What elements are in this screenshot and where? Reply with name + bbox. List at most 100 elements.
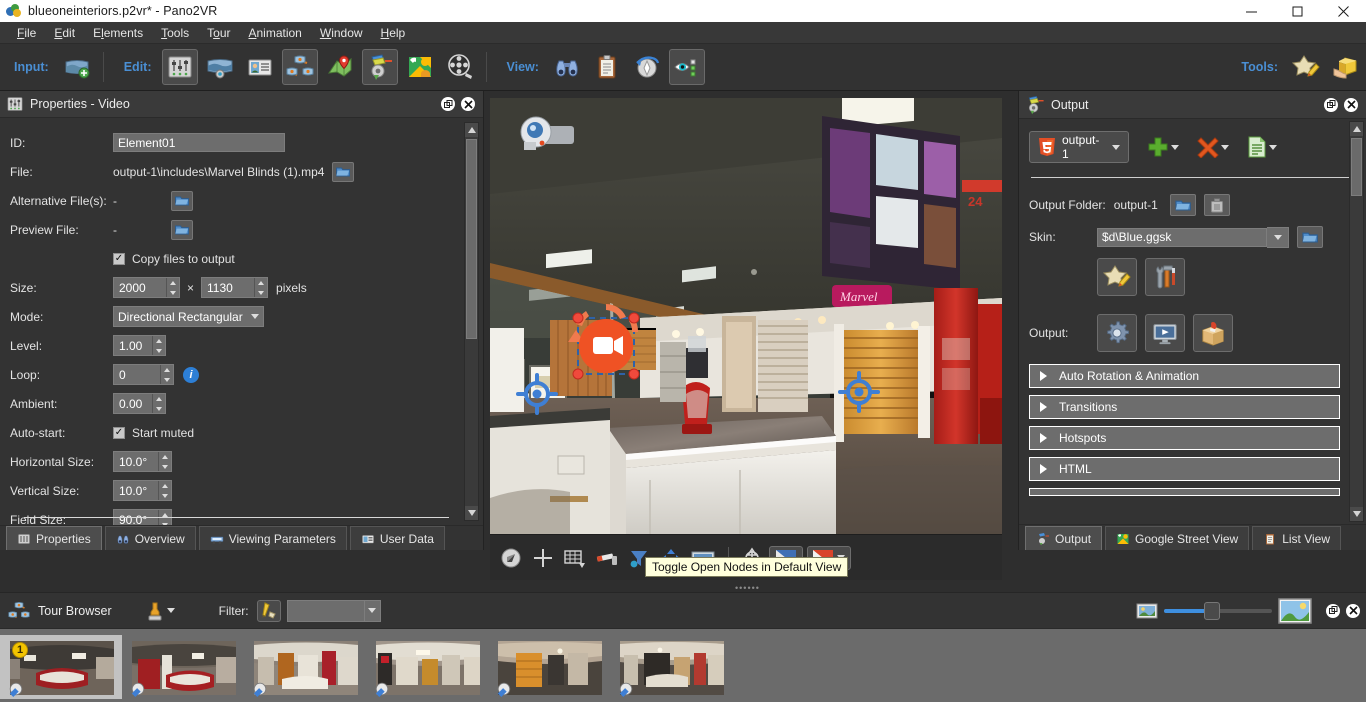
- output-scroll-down-button[interactable]: [1350, 507, 1363, 521]
- edit-user-data-button[interactable]: [242, 49, 278, 85]
- thumbnail-size-slider[interactable]: [1136, 597, 1366, 624]
- properties-undock-button[interactable]: [441, 97, 455, 112]
- node-thumbnail-6[interactable]: [610, 635, 732, 699]
- tab-output[interactable]: Output: [1025, 526, 1103, 550]
- vsize-arrows[interactable]: [158, 481, 171, 501]
- edit-animation-button[interactable]: [442, 49, 478, 85]
- view-viewing-params-button[interactable]: [629, 49, 665, 85]
- output-selector[interactable]: output-1: [1029, 131, 1129, 163]
- ambient-stepper[interactable]: 0.00: [113, 393, 166, 415]
- minimize-button[interactable]: [1228, 0, 1274, 22]
- alt-files-browse-button[interactable]: [171, 190, 193, 211]
- ambient-arrows[interactable]: [152, 394, 165, 414]
- slider-knob[interactable]: [1204, 601, 1220, 620]
- level-arrows[interactable]: [152, 336, 165, 356]
- video-element-handle[interactable]: [552, 296, 662, 403]
- point-hotspot-icon[interactable]: [516, 373, 558, 418]
- scrollbar-thumb[interactable]: [466, 139, 477, 340]
- edit-properties-button[interactable]: [161, 49, 198, 85]
- edit-panorama-button[interactable]: [202, 49, 238, 85]
- menu-window[interactable]: Window: [311, 23, 372, 43]
- id-input[interactable]: [113, 133, 285, 153]
- output-preview-button[interactable]: [1145, 314, 1185, 352]
- grid-button[interactable]: [560, 544, 590, 572]
- point-hotspot-icon[interactable]: [838, 371, 880, 416]
- tab-list-view[interactable]: List View: [1252, 526, 1342, 550]
- hsize-stepper[interactable]: 10.0°: [113, 451, 172, 473]
- hsize-arrows[interactable]: [158, 452, 171, 472]
- add-input-image-button[interactable]: [59, 49, 95, 85]
- menu-tools[interactable]: Tools: [152, 23, 198, 43]
- tour-browser-undock-button[interactable]: [1326, 603, 1340, 618]
- properties-close-button[interactable]: [461, 97, 475, 112]
- menu-elements[interactable]: Elements: [84, 23, 152, 43]
- scroll-up-button[interactable]: [465, 123, 478, 138]
- copy-files-checkbox[interactable]: ✓: [113, 252, 125, 265]
- size-width-stepper[interactable]: 2000: [113, 277, 180, 299]
- menu-file[interactable]: File: [8, 23, 45, 43]
- skin-editor-button[interactable]: [1097, 258, 1137, 296]
- section-transitions[interactable]: Transitions: [1029, 395, 1340, 419]
- edit-map-button[interactable]: [322, 49, 358, 85]
- section-hotspots[interactable]: Hotspots: [1029, 426, 1340, 450]
- node-thumbnail-4[interactable]: [366, 635, 488, 699]
- properties-scrollbar[interactable]: [464, 122, 479, 521]
- size-width-arrows[interactable]: [166, 278, 179, 298]
- duplicate-output-button[interactable]: [1247, 136, 1277, 158]
- tab-properties[interactable]: Properties: [6, 526, 102, 550]
- loop-info-icon[interactable]: i: [183, 366, 199, 383]
- menu-help[interactable]: Help: [372, 23, 415, 43]
- tab-google-street-view[interactable]: Google Street View: [1105, 526, 1250, 550]
- edit-street-view-button[interactable]: [402, 49, 438, 85]
- skin-browse-button[interactable]: [1297, 226, 1323, 248]
- node-thumbnail-3[interactable]: [244, 635, 366, 699]
- tour-browser-thumbnails[interactable]: 1: [0, 628, 1366, 702]
- output-undock-button[interactable]: [1324, 97, 1338, 112]
- menu-edit[interactable]: Edit: [45, 23, 84, 43]
- stamp-button[interactable]: [146, 601, 175, 621]
- section-next-partial[interactable]: [1029, 488, 1340, 496]
- mode-select[interactable]: Directional Rectangular: [113, 306, 264, 328]
- filter-combo[interactable]: [286, 599, 381, 622]
- skin-config-button[interactable]: [1145, 258, 1185, 296]
- start-muted-checkbox[interactable]: ✓: [113, 426, 125, 439]
- output-scroll-up-button[interactable]: [1350, 122, 1363, 136]
- skin-editor-button[interactable]: [1288, 49, 1324, 85]
- level-stepper[interactable]: 1.00: [113, 335, 166, 357]
- package-tool-button[interactable]: [1328, 49, 1364, 85]
- node-thumbnail-5[interactable]: [488, 635, 610, 699]
- file-browse-button[interactable]: [332, 161, 355, 182]
- size-height-stepper[interactable]: 1130: [201, 277, 269, 299]
- node-thumbnail-1[interactable]: 1: [0, 635, 122, 699]
- maximize-button[interactable]: [1274, 0, 1320, 22]
- crosshair-center-button[interactable]: [528, 544, 558, 572]
- remove-output-button[interactable]: [1197, 136, 1229, 158]
- add-output-button[interactable]: [1147, 136, 1179, 158]
- skin-value[interactable]: $d\Blue.ggsk: [1097, 227, 1267, 247]
- preview-file-browse-button[interactable]: [171, 219, 193, 240]
- loop-arrows[interactable]: [160, 365, 173, 385]
- level-bar-button[interactable]: [592, 544, 622, 572]
- skin-dropdown-button[interactable]: [1267, 226, 1289, 248]
- output-publish-button[interactable]: [1193, 314, 1233, 352]
- slider-track[interactable]: [1164, 601, 1272, 620]
- tour-browser-close-button[interactable]: [1346, 603, 1360, 618]
- output-scrollbar-thumb[interactable]: [1351, 138, 1362, 196]
- size-height-arrows[interactable]: [254, 278, 268, 298]
- edit-output-button[interactable]: [361, 49, 398, 85]
- node-thumbnail-2[interactable]: [122, 635, 244, 699]
- view-clipboard-button[interactable]: [589, 49, 625, 85]
- output-folder-browse-button[interactable]: [1169, 194, 1196, 216]
- compass-north-button[interactable]: [496, 544, 526, 572]
- filter-dropdown-button[interactable]: [364, 599, 381, 622]
- scroll-down-button[interactable]: [465, 505, 478, 520]
- vsize-stepper[interactable]: 10.0°: [113, 480, 172, 502]
- edit-tour-button[interactable]: [281, 49, 318, 85]
- tab-viewing-parameters[interactable]: Viewing Parameters: [198, 526, 347, 550]
- tab-overview[interactable]: Overview: [104, 526, 196, 550]
- menu-animation[interactable]: Animation: [239, 23, 310, 43]
- close-button[interactable]: [1320, 0, 1366, 22]
- section-auto-rotation[interactable]: Auto Rotation & Animation: [1029, 364, 1340, 388]
- output-scrollbar[interactable]: [1349, 121, 1364, 522]
- view-visibility-button[interactable]: [668, 49, 705, 85]
